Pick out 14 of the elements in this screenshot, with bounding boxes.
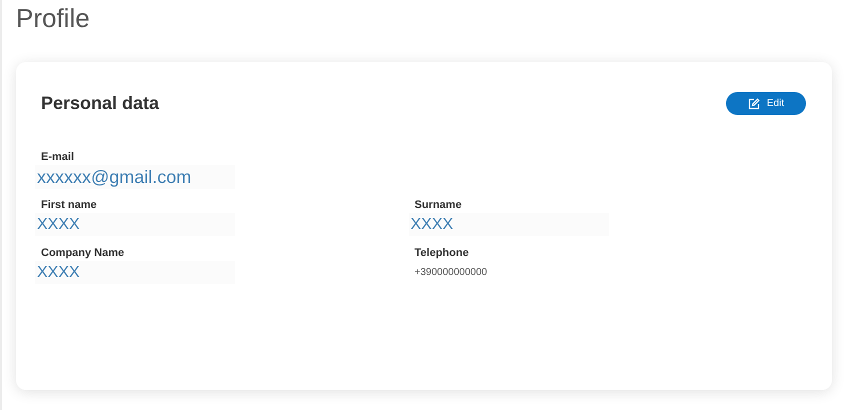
field-value: XXXX	[35, 213, 235, 236]
edit-icon	[748, 98, 760, 110]
field-value: +390000000000	[414, 267, 488, 279]
edit-button[interactable]: Edit	[726, 92, 806, 115]
field-value: xxxxxx@gmail.com	[35, 165, 235, 189]
field-label: Telephone	[414, 246, 469, 260]
field-value: XXXX	[35, 261, 235, 284]
field-label: E-mail	[41, 150, 74, 164]
field-label: First name	[41, 198, 97, 212]
card-title: Personal data	[41, 92, 160, 115]
field-label: Surname	[414, 198, 462, 212]
field-label: Company Name	[41, 246, 124, 260]
page-title: Profile	[16, 2, 90, 34]
field-value: XXXX	[408, 213, 608, 236]
